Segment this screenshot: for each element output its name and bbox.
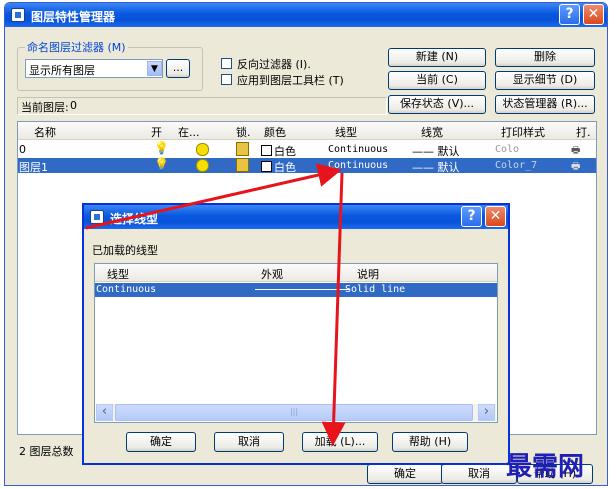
arrow-to-load-button [321, 172, 346, 446]
annotation-arrows [85, 163, 346, 446]
watermark-text: 最需网 [506, 452, 585, 482]
arrow-to-linetype [85, 163, 342, 230]
